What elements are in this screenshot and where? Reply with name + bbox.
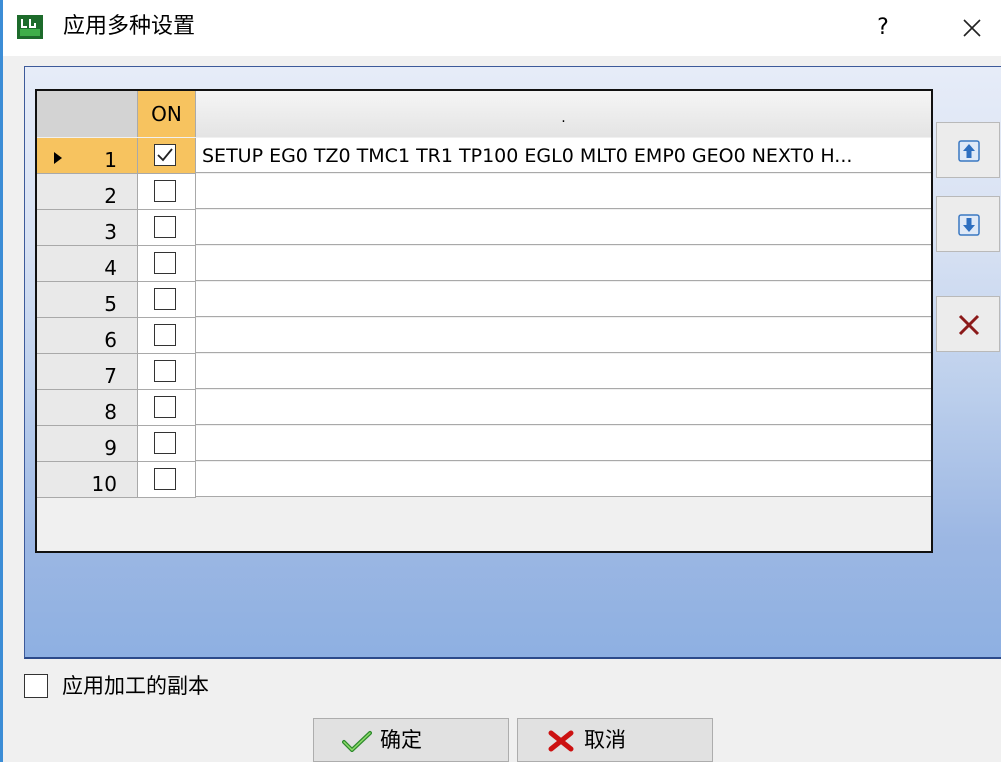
row-number-cell[interactable]: 6: [37, 318, 138, 354]
arrow-down-icon: [958, 214, 980, 236]
window-edge: [0, 0, 3, 762]
ok-button-label: 确定: [380, 728, 422, 752]
row-on-checkbox[interactable]: [154, 144, 176, 166]
arrow-up-icon: [958, 140, 980, 162]
description-cell[interactable]: [196, 282, 931, 317]
on-cell[interactable]: [138, 390, 196, 426]
close-button[interactable]: [947, 8, 997, 48]
description-cell[interactable]: [196, 426, 931, 461]
row-number-cell[interactable]: 10: [37, 462, 138, 498]
title-bar: 应用多种设置 ?: [3, 0, 1001, 56]
row-number-cell[interactable]: 8: [37, 390, 138, 426]
row-number-cell[interactable]: 3: [37, 210, 138, 246]
table-row[interactable]: 9: [37, 426, 931, 462]
table-row[interactable]: 1 SETUP EG0 TZ0 TMC1 TR1 TP100 EGL0 MLT0…: [37, 138, 931, 174]
on-cell[interactable]: [138, 462, 196, 498]
row-on-checkbox[interactable]: [154, 432, 176, 454]
row-number-cell[interactable]: 2: [37, 174, 138, 210]
row-on-checkbox[interactable]: [154, 324, 176, 346]
row-number-cell[interactable]: 4: [37, 246, 138, 282]
description-cell[interactable]: [196, 318, 931, 353]
row-on-checkbox[interactable]: [154, 252, 176, 274]
on-cell[interactable]: [138, 426, 196, 462]
on-cell[interactable]: [138, 210, 196, 246]
on-cell[interactable]: [138, 354, 196, 390]
app-logo-icon: [17, 15, 43, 39]
table-row[interactable]: 10: [37, 462, 931, 498]
cancel-button-label: 取消: [584, 728, 626, 752]
row-number-cell[interactable]: 5: [37, 282, 138, 318]
close-icon: [963, 19, 981, 37]
row-number-cell[interactable]: 7: [37, 354, 138, 390]
column-header-description[interactable]: .: [196, 91, 931, 137]
row-header-corner[interactable]: [37, 91, 138, 137]
table-row[interactable]: 8: [37, 390, 931, 426]
window-title: 应用多种设置: [63, 14, 196, 39]
description-cell[interactable]: [196, 390, 931, 425]
help-button[interactable]: ?: [861, 8, 905, 48]
column-header-on[interactable]: ON: [138, 91, 196, 137]
table-row[interactable]: 7: [37, 354, 931, 390]
row-on-checkbox[interactable]: [154, 396, 176, 418]
move-up-button[interactable]: [936, 122, 1000, 178]
ok-button[interactable]: 确定: [313, 718, 509, 762]
description-cell[interactable]: SETUP EG0 TZ0 TMC1 TR1 TP100 EGL0 MLT0 E…: [196, 138, 931, 173]
apply-copy-checkbox[interactable]: [24, 674, 48, 698]
table-row[interactable]: 2: [37, 174, 931, 210]
row-on-checkbox[interactable]: [154, 288, 176, 310]
row-number-cell[interactable]: 9: [37, 426, 138, 462]
table-row[interactable]: 5: [37, 282, 931, 318]
table-row[interactable]: 4: [37, 246, 931, 282]
settings-grid: ON . 1 SETUP EG0 TZ0 TMC1 TR1 TP100 EGL0…: [35, 89, 933, 553]
table-row[interactable]: 3: [37, 210, 931, 246]
delete-x-icon: [958, 314, 980, 336]
move-down-button[interactable]: [936, 196, 1000, 252]
row-on-checkbox[interactable]: [154, 180, 176, 202]
grid-header: ON .: [37, 91, 931, 137]
apply-copy-label[interactable]: 应用加工的副本: [62, 672, 209, 700]
on-cell[interactable]: [138, 174, 196, 210]
row-on-checkbox[interactable]: [154, 216, 176, 238]
on-cell[interactable]: [138, 246, 196, 282]
description-cell[interactable]: [196, 246, 931, 281]
on-cell[interactable]: [138, 138, 196, 174]
row-number-cell[interactable]: 1: [37, 138, 138, 174]
green-check-icon: [342, 731, 372, 752]
description-cell[interactable]: [196, 210, 931, 245]
on-cell[interactable]: [138, 282, 196, 318]
delete-button[interactable]: [936, 296, 1000, 352]
description-cell[interactable]: [196, 462, 931, 497]
description-cell[interactable]: [196, 174, 931, 209]
cancel-button[interactable]: 取消: [517, 718, 713, 762]
row-on-checkbox[interactable]: [154, 360, 176, 382]
table-row[interactable]: 6: [37, 318, 931, 354]
red-x-icon: [548, 730, 574, 752]
current-row-arrow-icon: [54, 152, 62, 164]
checkmark-icon: [157, 148, 173, 162]
on-cell[interactable]: [138, 318, 196, 354]
row-on-checkbox[interactable]: [154, 468, 176, 490]
description-cell[interactable]: [196, 354, 931, 389]
